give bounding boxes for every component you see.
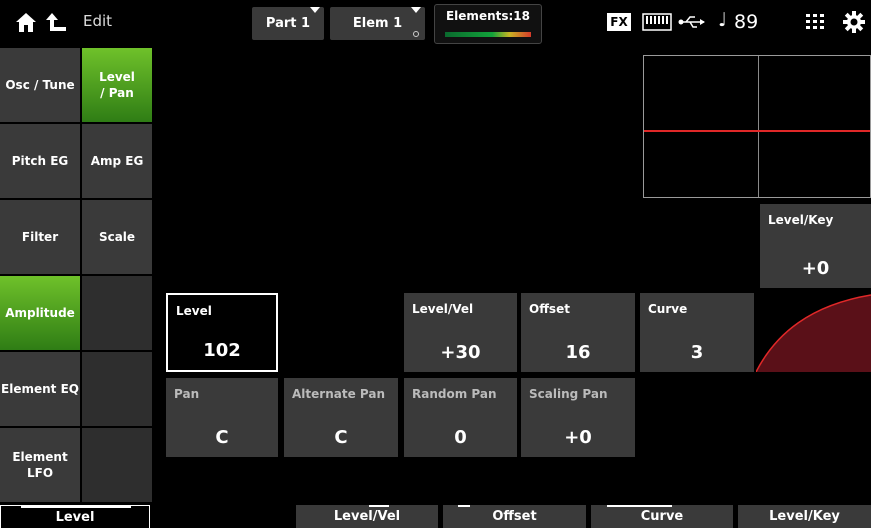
grid-icon[interactable] <box>806 14 824 30</box>
param-label: Level <box>176 304 212 318</box>
subnav-label: Level / Pan <box>99 69 135 100</box>
param-label: Pan <box>174 387 200 401</box>
subnav-empty <box>82 352 152 426</box>
curve-param[interactable]: Curve 3 <box>640 293 754 372</box>
nav-label: Filter <box>21 229 59 244</box>
knob-label: Level/Key <box>769 509 840 524</box>
dropdown-triangle-icon <box>411 7 421 13</box>
param-value: +0 <box>564 427 592 448</box>
random-pan-param[interactable]: Random Pan 0 <box>404 378 517 457</box>
level-key-param[interactable]: Level/Key +0 <box>760 204 871 288</box>
param-value: 3 <box>690 342 704 363</box>
param-value: +0 <box>801 258 830 279</box>
back-arrow-icon[interactable] <box>45 11 67 33</box>
level-key-graph <box>643 55 871 198</box>
selection-mark <box>21 506 131 508</box>
knob-position-mark <box>369 505 389 507</box>
subnav-empty <box>82 428 152 502</box>
nav-pitch-eg[interactable]: Pitch EG <box>0 124 80 198</box>
pan-param[interactable]: Pan C <box>166 378 278 457</box>
knob-assign-level-key[interactable]: Level/Key <box>738 505 871 528</box>
param-value: +30 <box>440 342 481 363</box>
offset-param[interactable]: Offset 16 <box>521 293 635 372</box>
param-label: Offset <box>529 302 570 316</box>
param-label: Scaling Pan <box>529 387 608 401</box>
param-label: Level/Key <box>768 213 834 227</box>
gear-icon[interactable] <box>843 11 865 33</box>
knob-position-mark <box>607 505 672 507</box>
nav-label: Element EQ <box>1 381 79 396</box>
knob-assign-level-vel[interactable]: Level/Vel <box>296 505 438 528</box>
element-switch-icon <box>413 31 419 37</box>
part-selector[interactable]: Part 1 <box>252 7 324 40</box>
level-vel-param[interactable]: Level/Vel +30 <box>404 293 517 372</box>
nav-label: Pitch EG <box>11 153 69 168</box>
elements-count: Elements:18 <box>445 9 530 23</box>
subnav-label: Scale <box>98 229 136 244</box>
tempo-value[interactable]: 89 <box>734 11 758 33</box>
param-value: C <box>334 427 348 448</box>
element-selector[interactable]: Elem 1 <box>330 7 425 40</box>
nav-label: Amplitude <box>5 305 75 320</box>
nav-label: Element LFO <box>12 449 68 480</box>
part-selector-label: Part 1 <box>265 16 311 31</box>
level-key-curve <box>644 130 870 132</box>
knob-assign-offset[interactable]: Offset <box>443 505 586 528</box>
home-icon[interactable] <box>14 11 38 33</box>
elements-meter[interactable]: Elements:18 <box>434 4 542 44</box>
knob-label: Curve <box>640 509 684 524</box>
usb-icon <box>678 16 705 28</box>
knob-label: Level <box>55 509 95 525</box>
knob-label: Level/Vel <box>333 509 401 524</box>
nav-element-lfo[interactable]: Element LFO <box>0 428 80 502</box>
nav-element-eq[interactable]: Element EQ <box>0 352 80 426</box>
param-value: C <box>215 427 229 448</box>
mode-label: Edit <box>83 12 113 30</box>
subnav-scale[interactable]: Scale <box>82 200 152 274</box>
subnav-label: Amp EG <box>90 153 144 168</box>
knob-label: Offset <box>492 509 537 524</box>
subnav-empty <box>82 276 152 350</box>
scaling-pan-param[interactable]: Scaling Pan +0 <box>521 378 635 457</box>
fx-badge[interactable]: FX <box>607 13 631 31</box>
nav-label: Osc / Tune <box>5 77 75 92</box>
param-label: Level/Vel <box>412 302 474 316</box>
graph-center-line <box>758 56 759 197</box>
tempo-note-icon: ♩ <box>718 9 727 31</box>
subnav-amp-eg[interactable]: Amp EG <box>82 124 152 198</box>
knob-position-mark <box>458 505 470 507</box>
subnav-level-pan[interactable]: Level / Pan <box>82 48 152 122</box>
param-value: 102 <box>203 340 241 361</box>
nav-amplitude[interactable]: Amplitude <box>0 276 80 350</box>
keyboard-icon[interactable] <box>642 13 672 31</box>
velocity-curve-graph <box>756 293 871 372</box>
bottom-knob-bar: Level Level/Vel Offset Curve Level/Key <box>0 505 871 528</box>
alternate-pan-param[interactable]: Alternate Pan C <box>284 378 398 457</box>
param-value: 0 <box>454 427 467 448</box>
level-meter-bar <box>445 32 531 37</box>
element-selector-label: Elem 1 <box>352 16 403 31</box>
nav-osc-tune[interactable]: Osc / Tune <box>0 48 80 122</box>
knob-assign-curve[interactable]: Curve <box>591 505 733 528</box>
param-value: 16 <box>565 342 591 363</box>
level-param[interactable]: Level 102 <box>166 293 278 372</box>
nav-filter[interactable]: Filter <box>0 200 80 274</box>
top-bar: Edit Part 1 Elem 1 Elements:18 FX ♩ 89 <box>0 0 871 46</box>
dropdown-triangle-icon <box>310 7 320 13</box>
param-label: Alternate Pan <box>292 387 385 401</box>
param-label: Curve <box>648 302 688 316</box>
param-label: Random Pan <box>412 387 497 401</box>
knob-assign-level[interactable]: Level <box>0 505 150 528</box>
